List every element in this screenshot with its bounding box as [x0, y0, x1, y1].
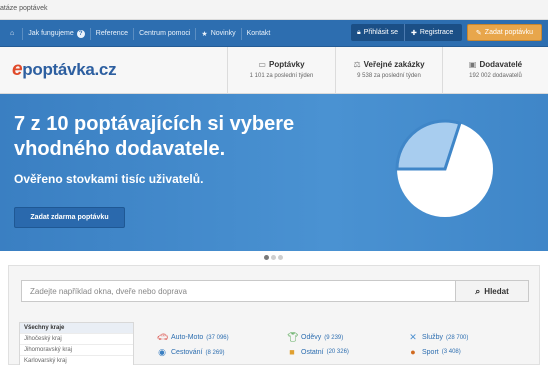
search-icon: ⌕: [475, 285, 481, 296]
login-button[interactable]: 🔒︎ Přihlásit se: [351, 24, 404, 41]
star-icon: ★: [201, 30, 208, 38]
stat-public-contracts-sub: 9 538 za poslední týden: [357, 73, 421, 79]
nav-reference[interactable]: Reference: [89, 27, 133, 40]
region-item-karlovarsky[interactable]: Karlovarský kraj: [20, 356, 133, 365]
category-count: (3 408): [441, 349, 461, 355]
slider-dots: [264, 255, 283, 260]
nav-home[interactable]: ⌂: [0, 28, 22, 40]
stat-suppliers-sub: 192 002 dodavatelů: [469, 73, 522, 79]
stat-requests-sub: 1 101 za poslední týden: [249, 73, 314, 79]
category-name: Cestování: [171, 349, 203, 356]
category-count: (20 326): [326, 349, 349, 355]
stat-public-contracts-title: Veřejné zakázky: [363, 60, 425, 69]
site-logo[interactable]: epoptávka.cz: [12, 59, 117, 81]
hero-heading-line1: 7 z 10 poptávajících si vybere: [14, 113, 295, 135]
site-header: epoptávka.cz ▭ Poptávky 1 101 za poslední…: [0, 47, 548, 94]
top-navigation: ⌂ Jak fungujeme ? Reference Centrum pomo…: [0, 20, 548, 47]
category-name: Ostatní: [301, 348, 324, 356]
category-name: Služby: [422, 334, 444, 341]
category-cestovani[interactable]: ◉ Cestování (8 269): [157, 347, 225, 358]
home-icon: ⌂: [10, 30, 15, 37]
slider-dot-3[interactable]: [278, 255, 283, 260]
nav-help-center[interactable]: Centrum pomoci: [133, 27, 195, 40]
search-panel: ⌕ Hledat Všechny kraje Jihočeský kraj Ji…: [8, 265, 540, 365]
register-label: Registrace: [419, 29, 454, 36]
shirt-icon: 👕︎: [287, 332, 299, 342]
lock-icon: 🔒︎: [357, 28, 361, 36]
stat-requests[interactable]: ▭ Poptávky 1 101 za poslední týden: [227, 47, 335, 94]
ball-icon: ●: [410, 347, 416, 357]
slider-dot-1[interactable]: [264, 255, 269, 260]
browser-tab-strip: atáze poptávek: [0, 0, 548, 20]
browser-tab-title[interactable]: atáze poptávek: [0, 5, 47, 12]
category-name: Sport: [422, 348, 439, 356]
category-name: Oděvy: [301, 334, 322, 341]
edit-icon: ✎: [475, 29, 482, 37]
auth-box: 🔒︎ Přihlásit se ✚ Registrace: [351, 24, 462, 41]
tools-icon: ✕: [409, 332, 417, 342]
box-icon: ■: [289, 347, 295, 357]
region-item-jihocesky[interactable]: Jihočeský kraj: [20, 334, 133, 345]
category-ostatni[interactable]: ■ Ostatní (20 326): [287, 347, 349, 357]
nav-news-label: Novinky: [210, 30, 236, 37]
nav-how-it-works-label: Jak fungujeme: [28, 30, 74, 37]
stat-suppliers-title: Dodavatelé: [479, 60, 523, 69]
slider-dot-2[interactable]: [271, 255, 276, 260]
scale-icon: ⚖: [353, 60, 361, 69]
hero-heading-line2: vhodného dodavatele.: [14, 138, 226, 160]
category-odevy[interactable]: 👕︎ Oděvy (9 239): [287, 332, 343, 343]
search-button-label: Hledat: [484, 286, 509, 296]
login-label: Přihlásit se: [363, 29, 398, 36]
nav-contact-label: Kontakt: [246, 30, 271, 37]
nav-news[interactable]: ★ Novinky: [195, 27, 240, 40]
stat-public-contracts[interactable]: ⚖ Veřejné zakázky 9 538 za poslední týden: [335, 47, 442, 94]
inbox-icon: ▭: [258, 60, 266, 69]
logo-e: e: [12, 59, 23, 80]
region-list: Všechny kraje Jihočeský kraj Jihomoravsk…: [19, 322, 134, 365]
create-request-button[interactable]: ✎ Zadat poptávku: [467, 24, 542, 41]
register-button[interactable]: ✚ Registrace: [403, 24, 459, 41]
search-button[interactable]: ⌕ Hledat: [455, 280, 529, 302]
stat-suppliers[interactable]: ▣ Dodavatelé 192 002 dodavatelů: [442, 47, 548, 94]
create-request-label: Zadat poptávku: [484, 29, 534, 36]
category-sluzby[interactable]: ✕ Služby (28 700): [408, 332, 468, 343]
plus-icon: ✚: [410, 29, 417, 37]
nav-how-it-works[interactable]: Jak fungujeme ?: [22, 27, 90, 40]
category-count: (37 096): [206, 334, 229, 341]
hero-create-request-button[interactable]: Zadat zdarma poptávku: [14, 207, 125, 228]
stat-requests-title: Poptávky: [268, 60, 305, 69]
category-auto-moto[interactable]: 🚗︎ Auto-Moto (37 096): [157, 332, 229, 343]
region-item-all[interactable]: Všechny kraje: [20, 323, 133, 334]
car-icon: 🚗︎: [157, 332, 169, 342]
nav-links: ⌂ Jak fungujeme ? Reference Centrum pomo…: [0, 20, 275, 47]
region-item-jihomoravsky[interactable]: Jihomoravský kraj: [20, 345, 133, 356]
help-icon: ?: [76, 29, 85, 38]
category-count: (8 269): [205, 349, 225, 356]
category-count: (28 700): [446, 334, 469, 341]
hero-button-label: Zadat zdarma poptávku: [30, 214, 109, 221]
nav-contact[interactable]: Kontakt: [240, 27, 276, 40]
globe-icon: ◉: [158, 347, 166, 357]
hero-subtitle: Ověřeno stovkami tisíc uživatelů.: [14, 172, 204, 186]
search-input[interactable]: [21, 280, 463, 302]
briefcase-icon: ▣: [468, 60, 477, 69]
category-count: (9 239): [324, 334, 344, 341]
category-sport[interactable]: ● Sport (3 408): [408, 347, 461, 357]
pie-chart-graphic: [395, 119, 493, 217]
logo-text: poptávka.cz: [22, 60, 117, 79]
nav-help-center-label: Centrum pomoci: [139, 30, 191, 37]
nav-reference-label: Reference: [95, 30, 129, 37]
hero-banner: 7 z 10 poptávajících si vybere vhodného …: [0, 94, 548, 251]
category-name: Auto-Moto: [171, 334, 204, 341]
